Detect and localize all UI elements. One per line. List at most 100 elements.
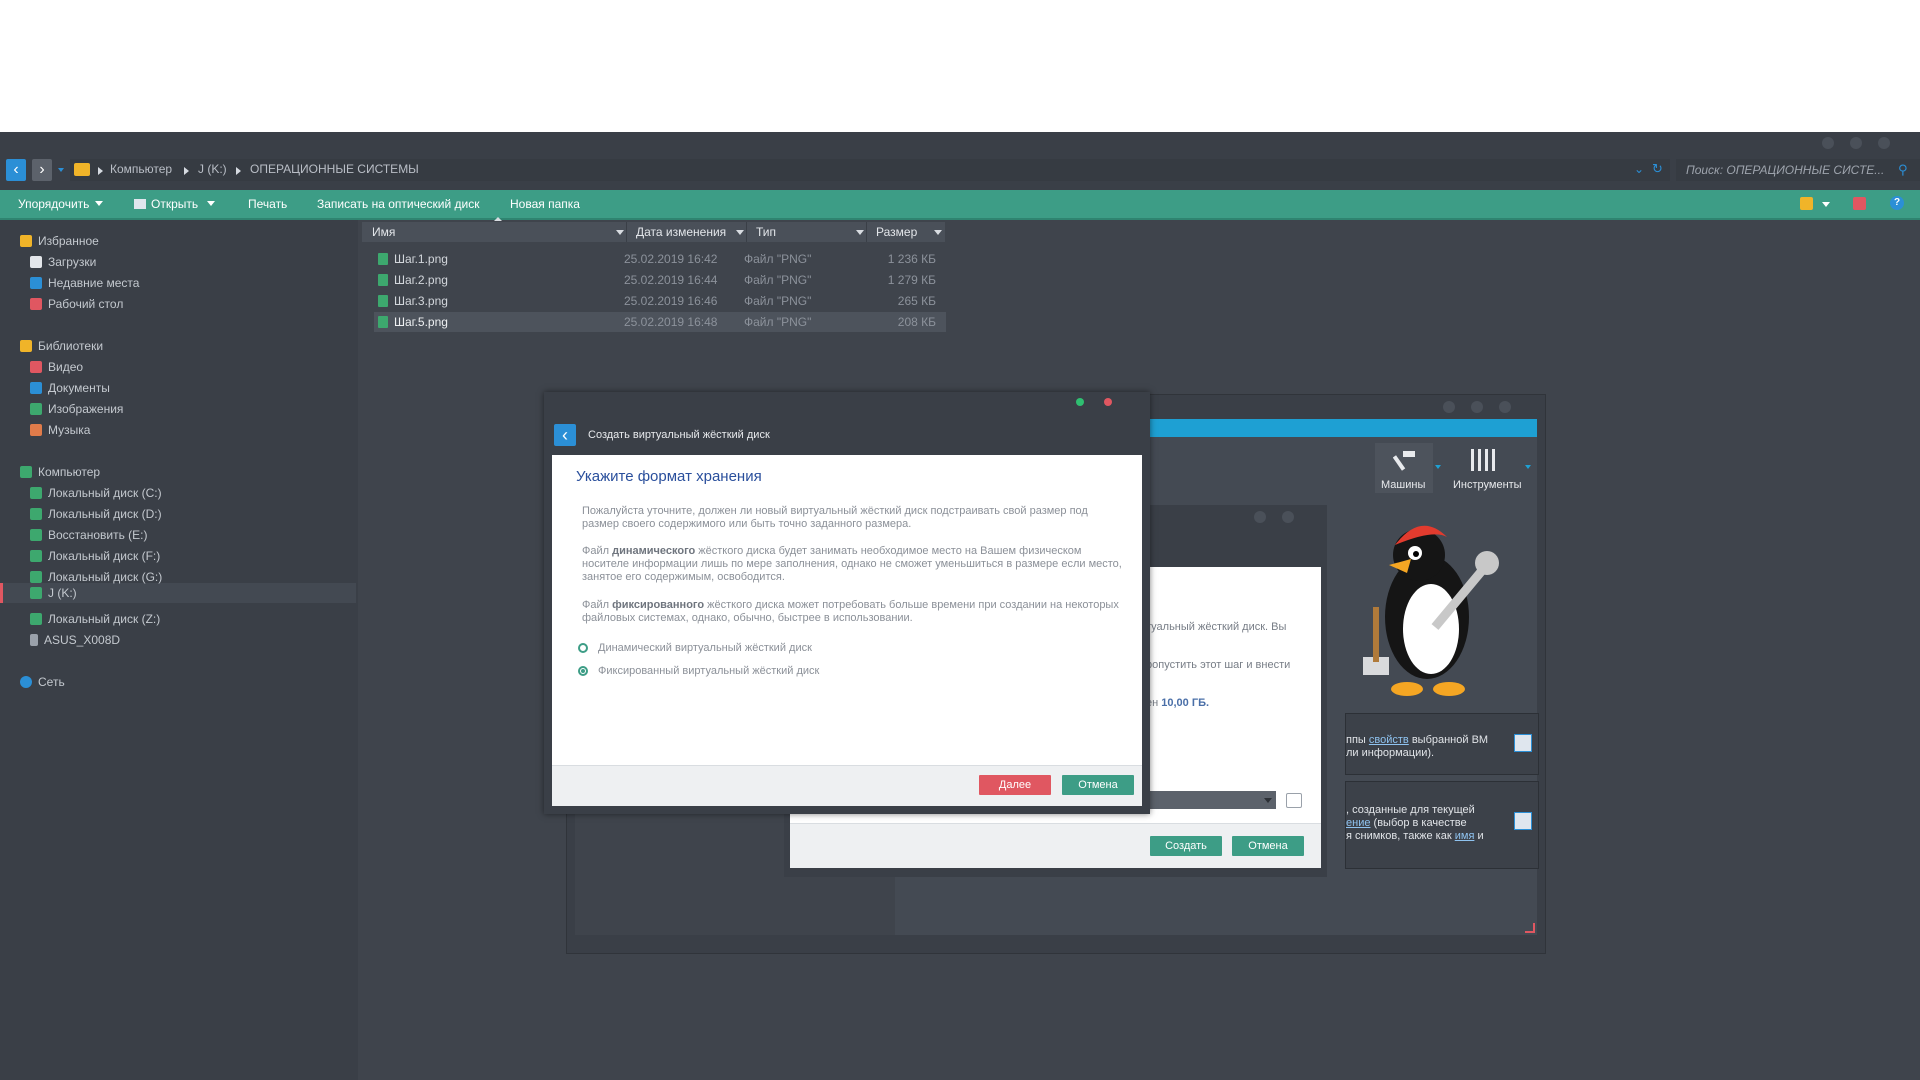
table-row[interactable]: Шаг.3.png 25.02.2019 16:46 Файл "PNG" 26… (374, 291, 946, 311)
sort-arrow-icon (494, 217, 502, 221)
column-name[interactable]: Имя (372, 225, 395, 239)
tools-dropdown-icon[interactable] (1525, 465, 1531, 469)
open-button[interactable]: Открыть (134, 197, 216, 211)
new-folder-button[interactable]: Новая папка (510, 197, 580, 211)
back-button[interactable]: ‹ (6, 159, 26, 181)
name-link[interactable]: имя (1455, 830, 1475, 842)
nav-drive-z[interactable]: Локальный диск (Z:) (30, 612, 160, 626)
column-filter-icon[interactable] (856, 230, 864, 235)
nav-drive-c[interactable]: Локальный диск (C:) (30, 486, 162, 500)
machines-dropdown-icon[interactable] (1435, 465, 1441, 469)
address-bar[interactable]: Компьютер J (K:) ОПЕРАЦИОННЫЕ СИСТЕМЫ ⌄ … (70, 159, 1670, 181)
png-file-icon (378, 253, 388, 265)
details-panel[interactable]: ппы свойств выбранной ВМ ли информации). (1345, 713, 1539, 775)
breadcrumb-folder[interactable]: ОПЕРАЦИОННЫЕ СИСТЕМЫ (250, 162, 419, 176)
maximize-button[interactable] (1850, 137, 1862, 149)
view-dropdown-icon[interactable] (1822, 202, 1830, 207)
minimize-button[interactable] (1254, 511, 1266, 523)
selection-link[interactable]: ение (1346, 817, 1370, 829)
nav-pictures[interactable]: Изображения (30, 402, 123, 416)
history-dropdown-icon[interactable] (58, 168, 64, 172)
address-dropdown-icon[interactable]: ⌄ (1634, 162, 1644, 176)
print-button[interactable]: Печать (248, 197, 287, 211)
column-type[interactable]: Тип (756, 225, 776, 239)
drive-icon (30, 487, 42, 499)
tools-tool[interactable]: Инструменты (1447, 443, 1522, 493)
forward-button[interactable]: › (32, 159, 52, 181)
computer-icon (20, 466, 32, 478)
nav-drive-g[interactable]: Локальный диск (G:) (30, 570, 162, 584)
nav-drive-f[interactable]: Локальный диск (F:) (30, 549, 160, 563)
cancel-button[interactable]: Отмена (1062, 775, 1134, 795)
column-divider (866, 222, 867, 242)
nav-drive-k[interactable]: J (K:) (30, 586, 77, 600)
close-button[interactable] (1282, 511, 1294, 523)
video-icon (30, 361, 42, 373)
preview-pane-icon[interactable] (1853, 197, 1866, 210)
machines-tool[interactable]: Машины (1375, 443, 1433, 493)
disk-select[interactable] (1146, 791, 1276, 809)
column-divider (626, 222, 627, 242)
library-icon (20, 340, 32, 352)
minimize-button[interactable] (1822, 137, 1834, 149)
close-button[interactable] (1499, 401, 1511, 413)
column-size[interactable]: Размер (876, 225, 917, 239)
search-box[interactable]: Поиск: ОПЕРАЦИОННЫЕ СИСТЕ... ⚲ (1676, 159, 1920, 181)
close-button[interactable] (1878, 137, 1890, 149)
next-button[interactable]: Далее (979, 775, 1051, 795)
nav-drive-d[interactable]: Локальный диск (D:) (30, 507, 162, 521)
organize-button[interactable]: Упорядочить (18, 197, 104, 211)
wizard-text-2: ропустить этот шаг и внести (1146, 659, 1291, 671)
snapshots-panel[interactable]: , созданные для текущей ение (выбор в ка… (1345, 781, 1539, 869)
help-icon[interactable]: ? (1890, 196, 1904, 210)
drive-icon (30, 613, 42, 625)
column-filter-icon[interactable] (934, 230, 942, 235)
column-filter-icon[interactable] (736, 230, 744, 235)
nav-documents[interactable]: Документы (30, 381, 110, 395)
nav-drive-e[interactable]: Восстановить (E:) (30, 528, 148, 542)
back-button[interactable]: ‹ (554, 424, 576, 446)
breadcrumb-computer[interactable]: Компьютер (110, 162, 172, 176)
resize-grip-icon[interactable] (1525, 923, 1535, 933)
dynamic-radio[interactable] (578, 643, 588, 653)
nav-music[interactable]: Музыка (30, 423, 90, 437)
file-name: Шаг.1.png (394, 252, 448, 266)
column-filter-icon[interactable] (616, 230, 624, 235)
music-icon (30, 424, 42, 436)
column-date[interactable]: Дата изменения (636, 225, 726, 239)
details-line-2: ли информации). (1346, 747, 1435, 759)
nav-video[interactable]: Видео (30, 360, 83, 374)
minimize-button[interactable] (1076, 398, 1084, 406)
table-row[interactable]: Шаг.2.png 25.02.2019 16:44 Файл "PNG" 1 … (374, 270, 946, 290)
png-file-icon (378, 316, 388, 328)
nav-libraries[interactable]: Библиотеки (20, 339, 103, 353)
nav-desktop[interactable]: Рабочий стол (30, 297, 123, 311)
nav-computer[interactable]: Компьютер (20, 465, 100, 479)
search-icon[interactable]: ⚲ (1898, 162, 1908, 178)
create-button[interactable]: Создать (1150, 836, 1222, 856)
nav-network[interactable]: Сеть (20, 675, 65, 689)
burn-disc-button[interactable]: Записать на оптический диск (317, 197, 480, 211)
nav-downloads[interactable]: Загрузки (30, 255, 96, 269)
command-bar: Упорядочить Открыть Печать Записать на о… (0, 190, 1920, 220)
nav-phone[interactable]: ASUS_X008D (30, 633, 120, 647)
nav-recent-places[interactable]: Недавние места (30, 276, 139, 290)
download-icon (30, 256, 42, 268)
fixed-radio[interactable] (578, 666, 588, 676)
choose-file-icon[interactable] (1286, 793, 1302, 808)
details-icon (1514, 734, 1532, 752)
refresh-icon[interactable]: ↻ (1652, 161, 1663, 177)
search-input[interactable]: Поиск: ОПЕРАЦИОННЫЕ СИСТЕ... (1686, 163, 1884, 177)
cancel-button[interactable]: Отмена (1232, 836, 1304, 856)
table-row-selected[interactable]: Шаг.5.png 25.02.2019 16:48 Файл "PNG" 20… (374, 312, 946, 332)
view-options-icon[interactable] (1800, 197, 1813, 210)
minimize-button[interactable] (1443, 401, 1455, 413)
machines-label: Машины (1381, 479, 1426, 491)
properties-link[interactable]: свойств (1369, 734, 1409, 746)
table-row[interactable]: Шаг.1.png 25.02.2019 16:42 Файл "PNG" 1 … (374, 249, 946, 269)
nav-favorites[interactable]: Избранное (20, 234, 99, 248)
breadcrumb-drive[interactable]: J (K:) (198, 162, 227, 176)
drive-icon (30, 508, 42, 520)
maximize-button[interactable] (1471, 401, 1483, 413)
close-button[interactable] (1104, 398, 1112, 406)
